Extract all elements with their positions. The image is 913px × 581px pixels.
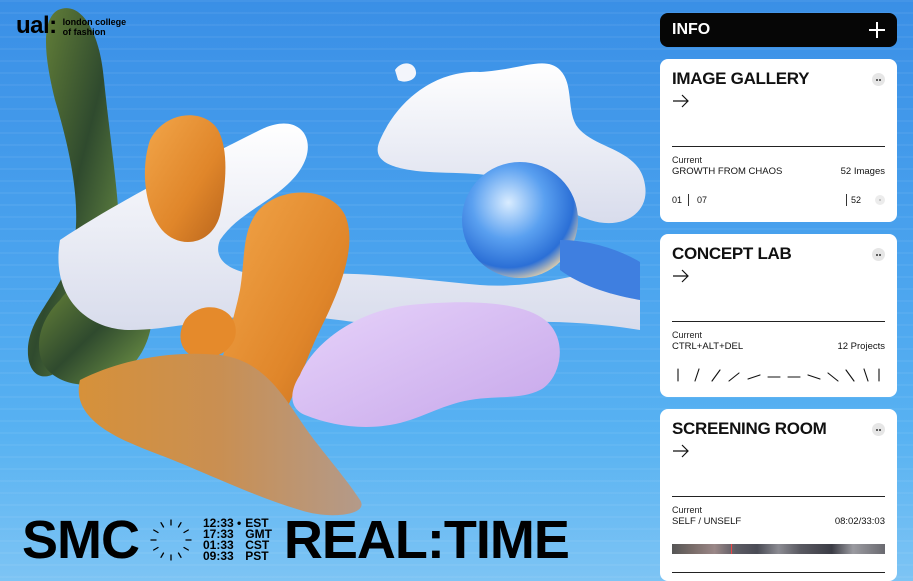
pager-divider [845, 194, 847, 206]
logo-subline-1: london college [62, 17, 127, 27]
more-icon[interactable] [872, 73, 885, 86]
plus-icon[interactable] [869, 22, 885, 38]
zone-time-pst: 09:33 [203, 549, 234, 563]
logo-mark: ual: [16, 12, 57, 39]
card-current-row: GROWTH FROM CHAOS 52 Images [672, 166, 885, 177]
card-title: IMAGE GALLERY [672, 69, 810, 88]
zone-label-pst: PST [245, 549, 269, 563]
card-current-name[interactable]: GROWTH FROM CHAOS [672, 166, 782, 177]
card-concept-lab[interactable]: CONCEPT LAB Current CTRL+ALT+DEL 12 Proj… [660, 234, 897, 397]
card-image-gallery[interactable]: IMAGE GALLERY Current GROWTH FROM CHAOS … [660, 59, 897, 222]
pager-current: 07 [697, 195, 708, 205]
more-icon[interactable] [872, 248, 885, 261]
hero-artwork-stage: ual: london college of fashion SMC 12:33… [0, 0, 913, 581]
card-current-label: Current [672, 155, 703, 165]
card-screening-room[interactable]: SCREENING ROOM Current SELF / UNSELF 08:… [660, 409, 897, 581]
arrow-right-icon[interactable] [672, 93, 690, 109]
pager-total[interactable]: 52 [851, 195, 861, 205]
rotating-strokes-graphic [677, 368, 880, 382]
video-scrubber[interactable] [672, 541, 885, 559]
white-fleck-shape [395, 63, 417, 82]
card-divider [672, 496, 885, 497]
video-thumbnail-strip[interactable] [672, 544, 885, 554]
arrow-right-icon[interactable] [672, 443, 690, 459]
card-current-label: Current [672, 330, 703, 340]
pager-dot-icon[interactable] [875, 195, 885, 205]
card-count: 52 Images [840, 166, 885, 177]
bottom-title-bar: SMC 12:33 • EST 17:33 GMT 01:33 CST 09:3… [22, 508, 570, 572]
ual-logo[interactable]: ual: london college of fashion [16, 14, 126, 38]
logo-subtitle: london college of fashion [63, 14, 127, 37]
gallery-pager: 01 07 52 [672, 191, 885, 209]
info-label: INFO [672, 21, 711, 38]
timezone-list: 12:33 • EST 17:33 GMT 01:33 CST 09:33 PS… [203, 517, 272, 563]
card-count: 12 Projects [837, 341, 885, 352]
card-current-row: CTRL+ALT+DEL 12 Projects [672, 341, 885, 352]
pager-divider [688, 194, 690, 206]
card-current-name[interactable]: CTRL+ALT+DEL [672, 341, 743, 352]
card-current-name[interactable]: SELF / UNSELF [672, 516, 741, 527]
info-toggle-bar[interactable]: INFO [660, 13, 897, 47]
lilac-blob-shape [292, 302, 560, 427]
video-timecode: 08:02/33:03 [834, 516, 885, 527]
card-title: CONCEPT LAB [672, 244, 792, 263]
smc-title: SMC [22, 510, 140, 570]
card-divider [672, 321, 885, 322]
pager-start[interactable]: 01 [672, 195, 682, 205]
realtime-title: REAL:TIME [283, 510, 570, 570]
card-divider [672, 572, 885, 573]
arrow-right-icon[interactable] [672, 268, 690, 284]
project-dial-strip[interactable] [672, 366, 885, 384]
card-current-row: SELF / UNSELF 08:02/33:03 [672, 516, 885, 527]
card-title: SCREENING ROOM [672, 419, 827, 438]
card-divider [672, 146, 885, 147]
more-icon[interactable] [872, 423, 885, 436]
card-current-label: Current [672, 505, 703, 515]
clock-dial-icon [150, 519, 192, 561]
logo-subline-2: of fashion [62, 27, 106, 37]
